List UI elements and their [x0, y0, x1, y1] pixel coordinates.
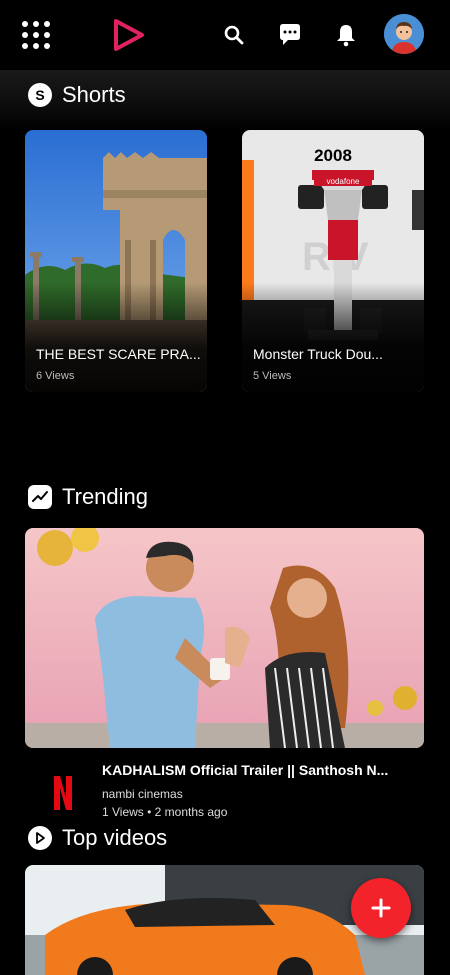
apps-grid-icon[interactable] [22, 21, 50, 49]
chat-bubble-icon[interactable] [275, 20, 305, 50]
short-title: THE BEST SCARE PRA... [36, 346, 201, 362]
trending-video-meta: 1 Views • 2 months ago [102, 805, 228, 819]
play-logo-icon[interactable] [110, 16, 148, 54]
user-avatar[interactable] [384, 14, 424, 54]
short-title: Monster Truck Dou... [253, 346, 383, 362]
trending-video-thumbnail[interactable] [25, 528, 424, 748]
bell-icon[interactable] [331, 20, 361, 50]
search-icon[interactable] [219, 20, 249, 50]
trending-chart-icon [28, 485, 52, 509]
plus-icon [371, 898, 391, 918]
short-card[interactable]: RIV 2008 vodafone Monster Truck Dou... 5… [242, 130, 424, 392]
short-views: 6 Views [36, 370, 75, 382]
short-sponsor-badge: vodafone [314, 177, 372, 186]
shorts-icon: S [28, 83, 52, 107]
create-fab-button[interactable] [351, 878, 411, 938]
play-circle-icon [28, 826, 52, 850]
trending-section-title: Trending [28, 484, 148, 510]
top-bar [0, 0, 450, 70]
short-views: 5 Views [253, 370, 292, 382]
short-overlay-year: 2008 [314, 146, 352, 165]
top-videos-section-title: Top videos [28, 825, 167, 851]
trending-video-channel[interactable]: nambi cinemas [102, 787, 183, 801]
shorts-section-title: S Shorts [28, 82, 126, 108]
trending-video-title[interactable]: KADHALISM Official Trailer || Santhosh N… [102, 762, 412, 778]
short-card[interactable]: THE BEST SCARE PRA... 6 Views [25, 130, 207, 392]
channel-logo[interactable] [40, 770, 86, 816]
